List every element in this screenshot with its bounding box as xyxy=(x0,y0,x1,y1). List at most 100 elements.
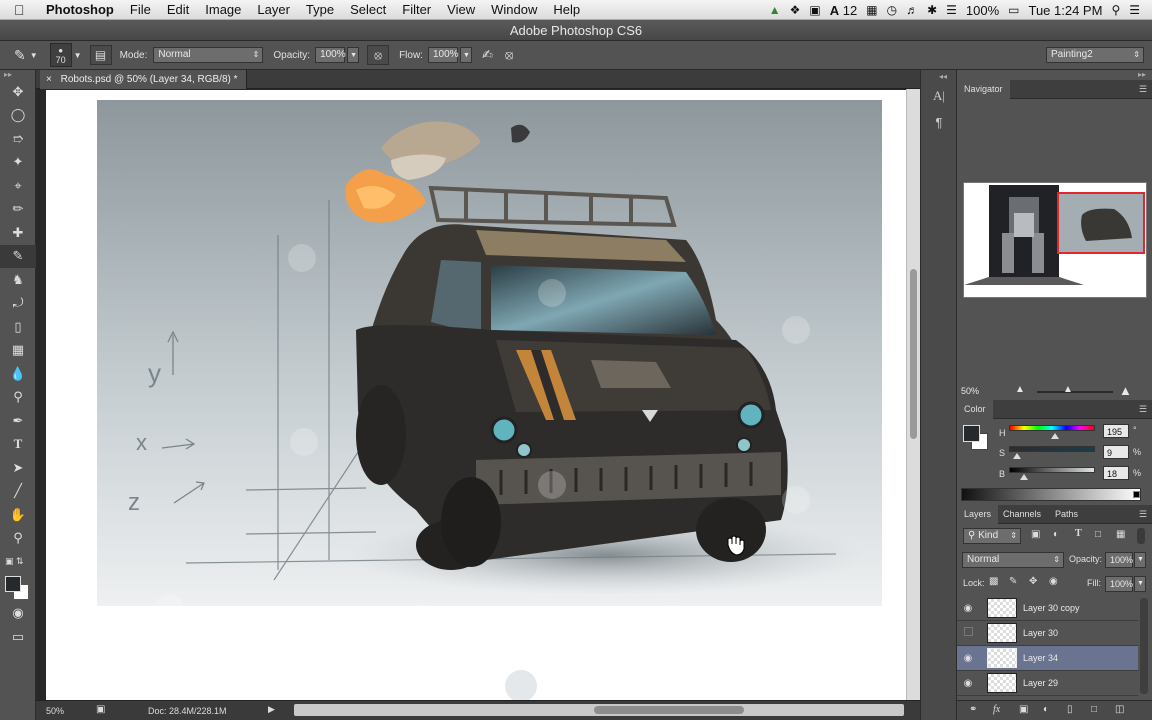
eraser-tool-icon[interactable]: ▯ xyxy=(0,315,36,339)
healing-brush-tool-icon[interactable]: ✚ xyxy=(0,221,36,245)
tab-channels[interactable]: Channels xyxy=(996,505,1048,524)
hue-slider[interactable] xyxy=(1009,425,1095,431)
apple-menu-icon[interactable]:  xyxy=(14,2,34,18)
zoom-out-icon[interactable]: ▲ xyxy=(1015,384,1025,395)
lock-pixels-icon[interactable]: ✎ xyxy=(1009,576,1017,587)
document-tab[interactable]: × Robots.psd @ 50% (Layer 34, RGB/8) * xyxy=(40,70,247,89)
menu-image[interactable]: Image xyxy=(197,2,249,17)
zoom-in-icon[interactable]: ▲ xyxy=(1119,383,1132,398)
navigator-zoom-slider[interactable] xyxy=(1037,391,1113,393)
navigator-view-box[interactable] xyxy=(1057,192,1145,254)
visibility-eye-icon[interactable]: ◉ xyxy=(957,678,979,689)
layer-filter-kind[interactable]: ⚲ Kind ⇕ xyxy=(963,528,1021,544)
fill-arrow[interactable]: ▼ xyxy=(1134,576,1146,592)
layer-opacity-arrow[interactable]: ▼ xyxy=(1134,552,1146,568)
brightness-slider[interactable] xyxy=(1009,467,1095,473)
new-layer-icon[interactable]: □ xyxy=(1091,704,1097,715)
magic-wand-tool-icon[interactable]: ✦ xyxy=(0,151,36,175)
toggle-brush-panel-button[interactable]: ▤ xyxy=(89,45,112,65)
lock-transparency-icon[interactable]: ▩ xyxy=(989,576,998,587)
dropbox-icon[interactable]: ❖ xyxy=(790,3,801,17)
tab-navigator[interactable]: Navigator xyxy=(957,80,1010,99)
wifi-icon[interactable]: ☰ xyxy=(946,3,957,17)
horizontal-scrollbar[interactable] xyxy=(294,704,904,716)
marquee-tool-icon[interactable]: ◯ xyxy=(0,104,36,128)
filter-smart-object-icon[interactable]: ▦ xyxy=(1116,529,1125,540)
menu-select[interactable]: Select xyxy=(342,2,394,17)
brightness-slider-thumb[interactable] xyxy=(1020,474,1029,480)
foreground-swatch[interactable] xyxy=(5,575,21,592)
flow-field[interactable]: 100% xyxy=(427,47,459,63)
pressure-size-icon[interactable]: ⦻ xyxy=(505,47,514,63)
menu-view[interactable]: View xyxy=(439,2,483,17)
grid-icon[interactable]: ▦ xyxy=(866,3,877,17)
lock-all-icon[interactable]: ◉ xyxy=(1049,576,1058,587)
menu-layer[interactable]: Layer xyxy=(249,2,298,17)
new-group-icon[interactable]: ▯ xyxy=(1067,704,1073,715)
pressure-opacity-button[interactable]: ⦻ xyxy=(367,45,390,65)
notification-icon[interactable]: ☰ xyxy=(1129,3,1140,17)
menu-file[interactable]: File xyxy=(122,2,159,17)
path-selection-tool-icon[interactable]: ➤ xyxy=(0,456,36,480)
visibility-eye-icon[interactable]: ◉ xyxy=(957,653,979,664)
blend-mode-dropdown[interactable]: Normal ⇕ xyxy=(962,552,1064,568)
tab-paths[interactable]: Paths xyxy=(1048,505,1085,524)
opacity-slider-button[interactable]: ▼ xyxy=(347,47,360,63)
filter-type-icon[interactable]: T xyxy=(1075,528,1082,539)
saturation-slider[interactable] xyxy=(1009,446,1095,452)
filter-pixel-icon[interactable]: ▣ xyxy=(1031,529,1040,540)
layers-scrollbar[interactable] xyxy=(1140,598,1148,694)
type-tool-icon[interactable]: T xyxy=(0,433,36,457)
time-machine-icon[interactable]: ◷ xyxy=(887,3,897,17)
foreground-background-swatches[interactable] xyxy=(0,574,36,602)
tab-layers[interactable]: Layers xyxy=(957,505,999,524)
dodge-tool-icon[interactable]: ⚲ xyxy=(0,386,36,410)
color-ramp[interactable] xyxy=(961,488,1141,501)
opacity-field[interactable]: 100% xyxy=(315,47,346,63)
screen-mode-icon[interactable]: ▭ xyxy=(0,625,36,649)
app-menu[interactable]: Photoshop xyxy=(34,2,122,17)
clone-stamp-tool-icon[interactable]: ♞ xyxy=(0,268,36,292)
line-tool-icon[interactable]: ╱ xyxy=(0,480,36,504)
layer-mask-icon[interactable]: ▣ xyxy=(1019,704,1028,715)
move-tool-icon[interactable]: ✥ xyxy=(0,80,36,104)
dock-collapse-icon[interactable]: ◂◂ xyxy=(921,70,956,81)
adobe-status[interactable]: A 12 xyxy=(830,3,857,18)
tab-close-icon[interactable]: × xyxy=(46,74,52,85)
gradient-tool-icon[interactable]: ▦ xyxy=(0,339,36,363)
default-colors-icon[interactable]: ▣ ⇅ xyxy=(0,550,36,574)
menu-help[interactable]: Help xyxy=(545,2,588,17)
layers-menu-icon[interactable]: ☰ xyxy=(1139,505,1147,524)
navigator-thumbnail[interactable] xyxy=(963,182,1147,298)
navigator-zoom-value[interactable]: 50% xyxy=(961,386,979,396)
history-brush-tool-icon[interactable]: ⤾ xyxy=(0,292,36,316)
ramp-black-swatch[interactable] xyxy=(1133,491,1140,498)
brush-preset-picker[interactable]: ● 70 xyxy=(49,43,72,67)
tools-collapse-icon[interactable]: ▸▸ xyxy=(0,70,35,80)
volume-icon[interactable]: ♬ xyxy=(906,3,918,17)
paragraph-panel-icon[interactable]: ¶ xyxy=(921,111,957,133)
vertical-scroll-thumb[interactable] xyxy=(910,269,917,439)
bluetooth-icon[interactable]: ✱ xyxy=(927,3,937,17)
clock[interactable]: Tue 1:24 PM xyxy=(1028,3,1102,18)
menu-edit[interactable]: Edit xyxy=(159,2,197,17)
panels-collapse-icon[interactable]: ▸▸ xyxy=(1138,70,1146,79)
brightness-value-field[interactable]: 18 xyxy=(1103,466,1129,480)
workspace-switcher[interactable]: Painting2 ⇕ xyxy=(1046,47,1144,63)
battery-percent[interactable]: 100% xyxy=(966,3,999,18)
brush-picker-arrow-icon[interactable]: ▼ xyxy=(74,51,82,60)
layer-row[interactable]: ◉ Layer 29 xyxy=(957,671,1138,696)
tab-color[interactable]: Color xyxy=(957,400,993,419)
mode-dropdown[interactable]: Normal ⇕ xyxy=(153,47,264,63)
navigator-zoom-thumb[interactable]: ▲ xyxy=(1063,384,1073,395)
filter-toggle[interactable] xyxy=(1137,528,1145,544)
status-export-icon[interactable]: ▣ xyxy=(96,704,105,715)
layer-row[interactable]: ◉ Layer 30 copy xyxy=(957,596,1138,621)
spotlight-icon[interactable]: ⚲ xyxy=(1111,3,1120,17)
hue-value-field[interactable]: 195 xyxy=(1103,424,1129,438)
saturation-slider-thumb[interactable] xyxy=(1012,453,1021,459)
character-panel-icon[interactable]: A| xyxy=(921,85,957,107)
crop-tool-icon[interactable]: ⌖ xyxy=(0,174,36,198)
fill-field[interactable]: 100% xyxy=(1105,576,1133,592)
hand-tool-icon[interactable]: ✋ xyxy=(0,503,36,527)
